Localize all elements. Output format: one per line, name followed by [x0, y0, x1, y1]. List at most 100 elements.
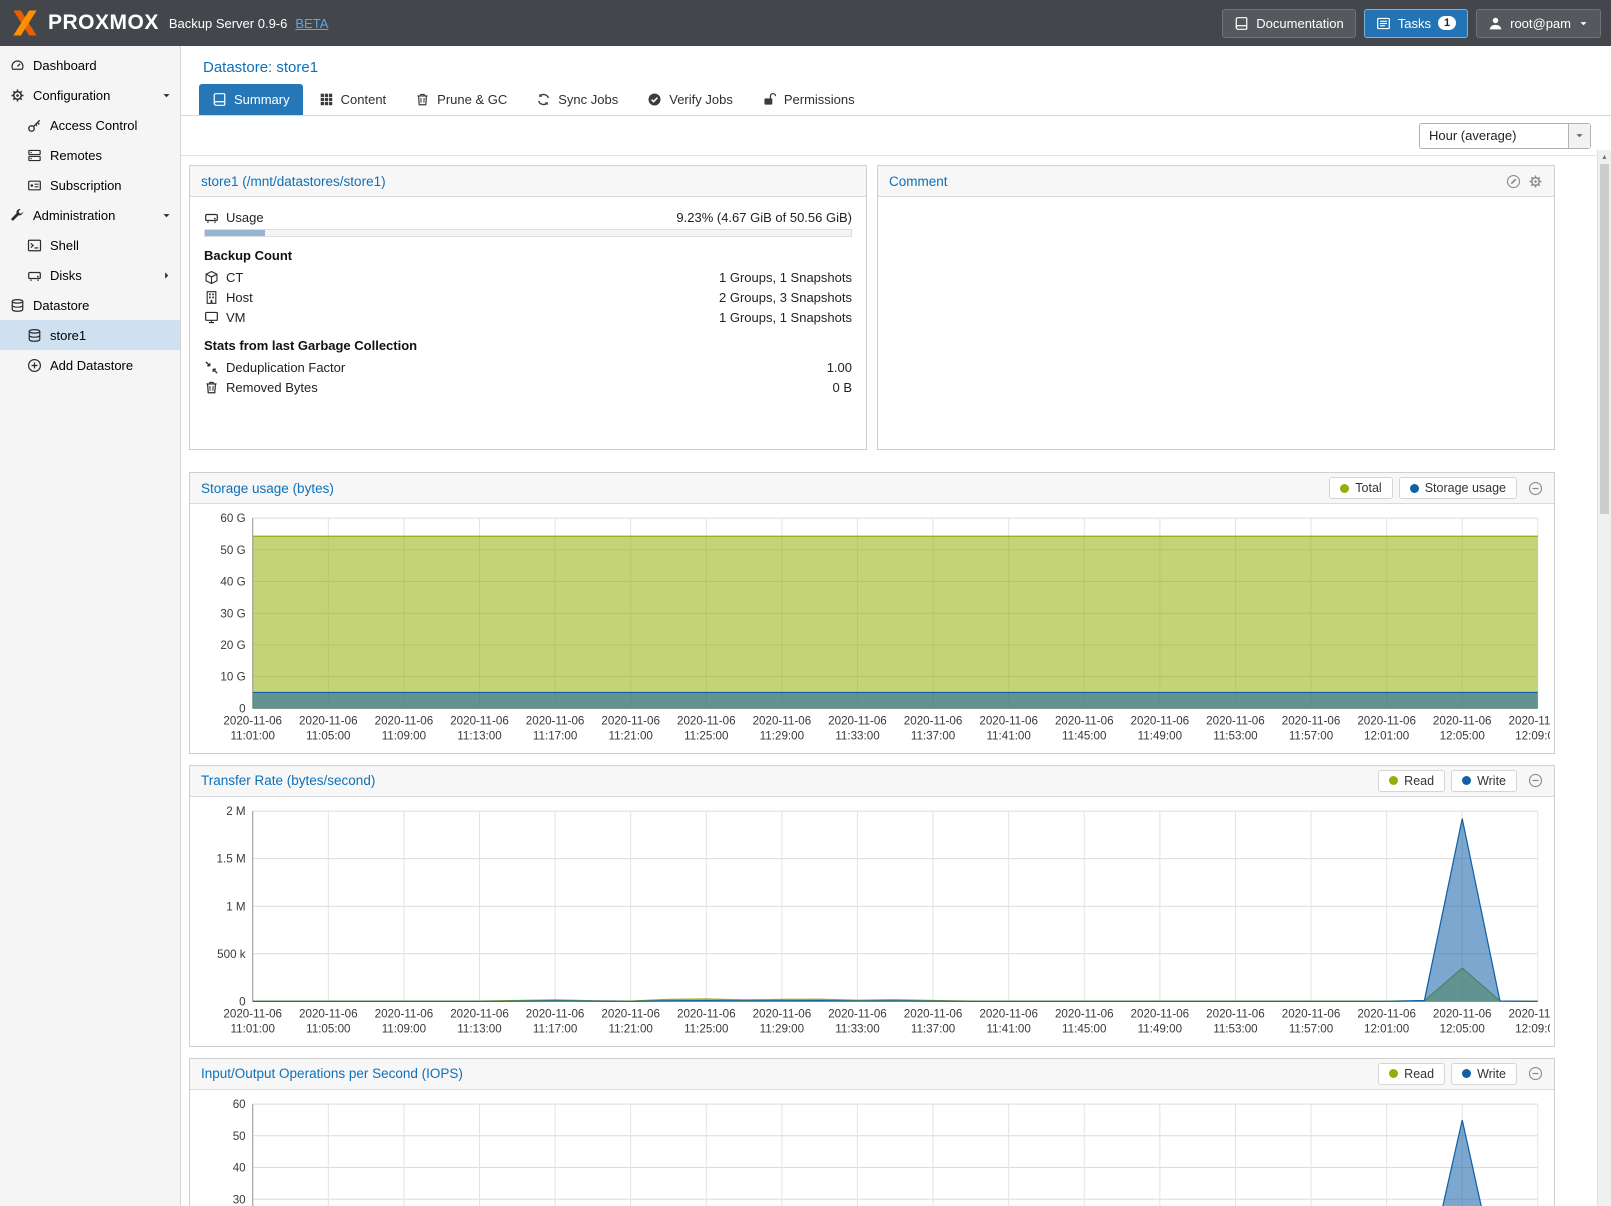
- sidebar-item-configuration[interactable]: Configuration: [0, 80, 180, 110]
- legend-total[interactable]: Total: [1329, 477, 1392, 499]
- top-actions: Documentation Tasks 1 root@pam: [1222, 9, 1601, 38]
- usage-progress-bar: [204, 229, 852, 237]
- sidebar-item-add-datastore[interactable]: Add Datastore: [0, 350, 180, 380]
- tab-content[interactable]: Content: [306, 84, 400, 115]
- svg-text:11:13:00: 11:13:00: [457, 730, 502, 743]
- summary-toolbar: Hour (average): [181, 116, 1611, 156]
- chevron-right-icon[interactable]: [161, 270, 172, 281]
- svg-text:11:13:00: 11:13:00: [457, 1023, 502, 1036]
- svg-text:2020-11-06: 2020-11-06: [601, 715, 660, 728]
- svg-text:12:05:00: 12:05:00: [1440, 730, 1486, 743]
- tab-prune-gc[interactable]: Prune & GC: [402, 84, 520, 115]
- svg-text:11:49:00: 11:49:00: [1138, 730, 1183, 743]
- scroll-up-arrow[interactable]: ▲: [1598, 150, 1611, 164]
- svg-text:11:21:00: 11:21:00: [609, 1023, 654, 1036]
- sidebar-item-dashboard[interactable]: Dashboard: [0, 50, 180, 80]
- gear-icon[interactable]: [1528, 174, 1543, 189]
- sidebar-item-datastore[interactable]: Datastore: [0, 290, 180, 320]
- edit-comment-icon[interactable]: [1506, 174, 1521, 189]
- chevron-down-icon[interactable]: [161, 210, 172, 221]
- sidebar-item-store1[interactable]: store1: [0, 320, 180, 350]
- tasks-label: Tasks: [1398, 16, 1431, 31]
- vertical-scrollbar[interactable]: ▲: [1597, 150, 1611, 1206]
- database-icon: [27, 328, 42, 343]
- gears-icon: [10, 88, 25, 103]
- svg-text:11:09:00: 11:09:00: [382, 730, 427, 743]
- sidebar-item-subscription[interactable]: Subscription: [0, 170, 180, 200]
- chevron-down-icon[interactable]: [161, 90, 172, 101]
- tab-sync-jobs[interactable]: Sync Jobs: [523, 84, 631, 115]
- svg-text:11:05:00: 11:05:00: [306, 1023, 351, 1036]
- total-series-dot: [1340, 484, 1349, 493]
- documentation-button[interactable]: Documentation: [1222, 9, 1355, 38]
- tab-summary[interactable]: Summary: [199, 84, 303, 115]
- documentation-label: Documentation: [1256, 16, 1343, 31]
- key-icon: [27, 118, 42, 133]
- svg-text:2020-11-06: 2020-11-06: [1282, 1007, 1341, 1020]
- legend-write[interactable]: Write: [1451, 770, 1517, 792]
- legend-read[interactable]: Read: [1378, 770, 1445, 792]
- tab-permissions[interactable]: Permissions: [749, 84, 868, 115]
- svg-text:2020-11-06: 2020-11-06: [677, 1007, 736, 1020]
- backup-count-heading: Backup Count: [204, 248, 852, 263]
- tasks-count-badge: 1: [1438, 16, 1456, 30]
- building-icon: [204, 290, 219, 305]
- time-range-select[interactable]: Hour (average): [1419, 123, 1591, 149]
- svg-text:50 G: 50 G: [220, 544, 245, 557]
- tab-verify-jobs[interactable]: Verify Jobs: [634, 84, 746, 115]
- svg-text:2020-11-06: 2020-11-06: [828, 715, 887, 728]
- svg-text:2020-11-06: 2020-11-06: [1206, 1007, 1265, 1020]
- svg-text:2020-11-06: 2020-11-06: [1357, 1007, 1416, 1020]
- wrench-icon: [10, 208, 25, 223]
- sidebar-item-remotes[interactable]: Remotes: [0, 140, 180, 170]
- sidebar-item-access-control[interactable]: Access Control: [0, 110, 180, 140]
- dedup-row: Deduplication Factor 1.00: [204, 357, 852, 377]
- sidebar: Dashboard Configuration Access Control R…: [0, 46, 181, 1206]
- collapse-panel-icon[interactable]: [1528, 773, 1543, 788]
- hdd-icon: [27, 268, 42, 283]
- collapse-panel-icon[interactable]: [1528, 1066, 1543, 1081]
- gauge-icon: [10, 58, 25, 73]
- svg-text:11:41:00: 11:41:00: [986, 1023, 1031, 1036]
- read-series-dot: [1389, 1069, 1398, 1078]
- svg-text:11:53:00: 11:53:00: [1213, 730, 1258, 743]
- scrollbar-thumb[interactable]: [1600, 164, 1609, 514]
- legend-storage-usage[interactable]: Storage usage: [1399, 477, 1517, 499]
- iops-chart-panel: Input/Output Operations per Second (IOPS…: [189, 1058, 1555, 1206]
- svg-text:11:33:00: 11:33:00: [835, 1023, 880, 1036]
- compress-icon: [204, 360, 219, 375]
- desktop-icon: [204, 310, 219, 325]
- sidebar-item-disks[interactable]: Disks: [0, 260, 180, 290]
- collapse-panel-icon[interactable]: [1528, 481, 1543, 496]
- unlock-icon: [762, 92, 777, 107]
- storage-usage-series-dot: [1410, 484, 1419, 493]
- legend-write[interactable]: Write: [1451, 1063, 1517, 1085]
- svg-text:60: 60: [233, 1098, 246, 1111]
- svg-text:11:57:00: 11:57:00: [1289, 730, 1334, 743]
- combo-trigger[interactable]: [1568, 124, 1590, 148]
- task-list-icon: [1376, 16, 1391, 31]
- svg-text:2020-11-06: 2020-11-06: [828, 1007, 887, 1020]
- svg-text:11:57:00: 11:57:00: [1289, 1023, 1334, 1036]
- svg-text:2020-11-06: 2020-11-06: [1509, 1007, 1550, 1020]
- sidebar-item-shell[interactable]: Shell: [0, 230, 180, 260]
- gc-stats-heading: Stats from last Garbage Collection: [204, 338, 852, 353]
- svg-text:2020-11-06: 2020-11-06: [979, 1007, 1038, 1020]
- hdd-icon: [204, 210, 219, 225]
- read-series-dot: [1389, 776, 1398, 785]
- server-list-icon: [27, 148, 42, 163]
- user-menu-button[interactable]: root@pam: [1476, 9, 1601, 38]
- svg-text:11:05:00: 11:05:00: [306, 730, 351, 743]
- sidebar-item-administration[interactable]: Administration: [0, 200, 180, 230]
- comment-body[interactable]: [878, 197, 1554, 449]
- svg-text:11:53:00: 11:53:00: [1213, 1023, 1258, 1036]
- svg-text:2020-11-06: 2020-11-06: [1509, 715, 1550, 728]
- tasks-button[interactable]: Tasks 1: [1364, 9, 1468, 38]
- beta-link[interactable]: BETA: [295, 16, 328, 31]
- svg-text:11:45:00: 11:45:00: [1062, 730, 1107, 743]
- svg-text:2020-11-06: 2020-11-06: [1055, 715, 1114, 728]
- svg-text:11:01:00: 11:01:00: [231, 1023, 276, 1036]
- vm-row: VM 1 Groups, 1 Snapshots: [204, 307, 852, 327]
- svg-text:2020-11-06: 2020-11-06: [753, 715, 812, 728]
- legend-read[interactable]: Read: [1378, 1063, 1445, 1085]
